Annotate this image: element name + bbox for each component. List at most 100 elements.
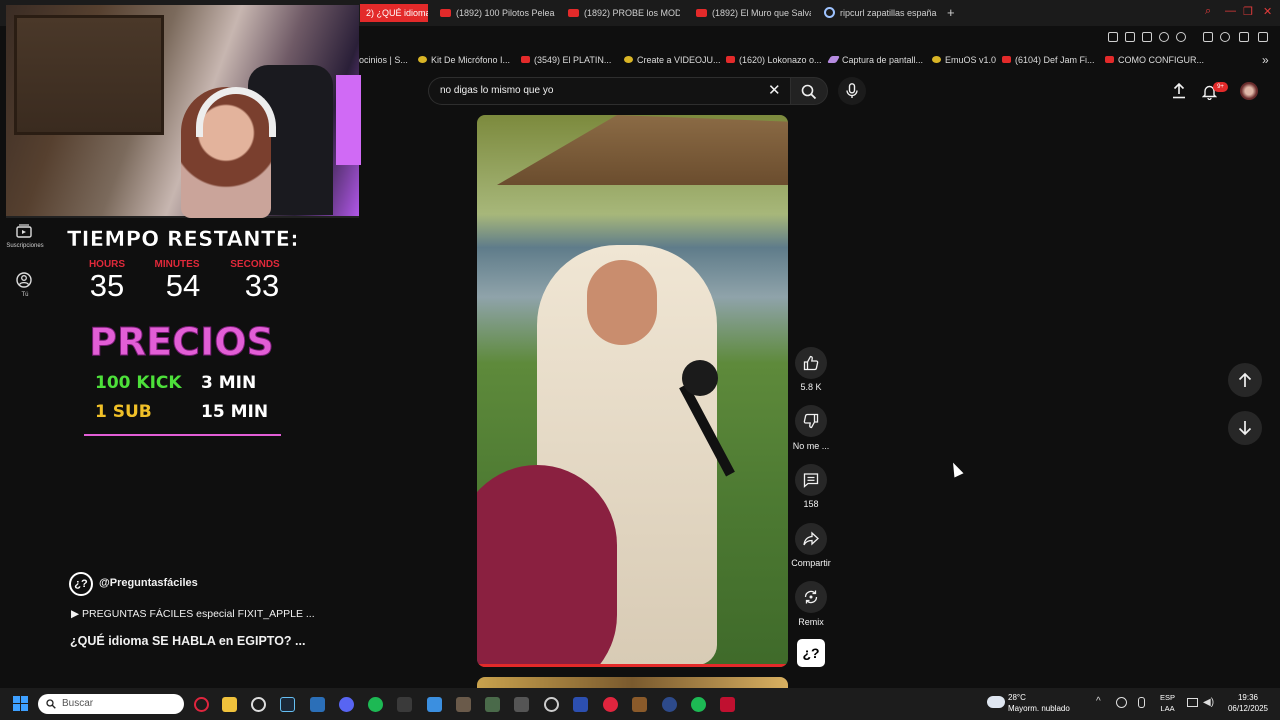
bookmark-item[interactable]: EmuOS v1.0 [932, 53, 996, 67]
profile-icon[interactable] [1220, 32, 1230, 42]
close-icon[interactable]: ✕ [1263, 5, 1272, 18]
channel-avatar[interactable]: ¿? [69, 572, 93, 596]
voice-search-button[interactable] [838, 77, 866, 105]
weather-icon[interactable] [987, 696, 1005, 708]
language-indicator[interactable]: ESP LAA [1160, 692, 1175, 714]
minimize-icon[interactable]: — [1225, 5, 1236, 17]
microphone-icon[interactable] [1138, 697, 1145, 708]
app-icon[interactable] [456, 697, 471, 712]
share-button[interactable] [795, 523, 827, 555]
shorts-video-player[interactable] [477, 115, 788, 667]
arrow-down-icon [1238, 421, 1252, 436]
steam-icon[interactable] [280, 697, 295, 712]
comments-button[interactable] [795, 464, 827, 496]
mouse-cursor [948, 460, 964, 478]
youtube-icon [568, 9, 579, 17]
browser-tab[interactable]: (1892) 100 Pilotos Pelean [440, 4, 555, 22]
like-button[interactable] [795, 347, 827, 379]
spotify-icon[interactable] [691, 697, 706, 712]
arrow-up-icon [1238, 372, 1252, 387]
timer-title: TIEMPO RESTANTE: [67, 227, 299, 252]
app-icon[interactable] [573, 697, 588, 712]
video-progress-fill [477, 664, 788, 667]
bookmark-item[interactable]: (6104) Def Jam Fi... [1002, 53, 1095, 67]
browser-tab[interactable]: (1892) PROBE los MODS [568, 4, 680, 22]
sync-icon[interactable] [1116, 697, 1127, 708]
like-count: 5.8 K [800, 382, 822, 392]
search-tabs-icon[interactable]: ⌕ [1205, 5, 1211, 18]
notepad-icon[interactable] [427, 697, 442, 712]
app-icon[interactable] [514, 697, 529, 712]
heart-icon[interactable] [1176, 32, 1186, 42]
menu-icon[interactable] [1258, 32, 1268, 42]
extensions-icon[interactable] [1203, 32, 1213, 42]
hours-value: 35 [89, 268, 125, 303]
video-title[interactable]: ¿QUÉ idioma SE HABLA en EGIPTO? ... [70, 634, 305, 648]
taskbar-search-input[interactable] [38, 694, 184, 714]
app-icon[interactable] [397, 697, 412, 712]
bookmark-item[interactable]: Captura de pantall... [826, 53, 923, 67]
subscriptions-icon[interactable] [16, 224, 32, 240]
sidebar-item-you[interactable]: Tú [0, 292, 50, 298]
bookmark-item[interactable]: (1620) Lokonazo o... [726, 53, 822, 67]
next-short-button[interactable] [1228, 411, 1262, 445]
bookmark-favicon [624, 56, 633, 63]
browser-tab-active[interactable]: 2) ¿QUÉ idioma S [360, 4, 428, 22]
shield-icon[interactable] [1142, 32, 1152, 42]
remix-button[interactable] [795, 581, 827, 613]
channel-handle[interactable]: @Preguntasfáciles [99, 577, 198, 589]
browser-tab[interactable]: (1892) El Muro que Salva [696, 4, 811, 22]
channel-logo-button[interactable]: ¿? [797, 639, 825, 667]
bookmark-icon[interactable] [1108, 32, 1118, 42]
dislike-label: No me ... [792, 441, 830, 451]
taskbar-clock[interactable]: 19:36 06/12/2025 [1223, 692, 1273, 714]
previous-short-button[interactable] [1228, 363, 1262, 397]
download-icon[interactable] [1239, 32, 1249, 42]
you-icon[interactable] [16, 272, 32, 288]
playlist-link[interactable]: ▶ PREGUNTAS FÁCILES especial FIXIT_APPLE… [71, 608, 315, 620]
new-tab-button[interactable]: + [947, 5, 955, 20]
app-icon[interactable] [485, 697, 500, 712]
account-avatar[interactable] [1240, 82, 1258, 100]
monitor-icon[interactable] [1187, 698, 1198, 707]
sidebar-item-subscriptions[interactable]: Suscripciones [0, 243, 50, 249]
bookmarks-more-button[interactable]: » [1262, 53, 1269, 67]
app-icon[interactable] [544, 697, 559, 712]
video-progress-bar[interactable] [477, 664, 788, 667]
notification-badge: 9+ [1213, 82, 1228, 92]
bookmark-item[interactable]: Create a VIDEOJU... [624, 53, 721, 67]
app-icon[interactable] [632, 697, 647, 712]
app-icon[interactable] [720, 697, 735, 712]
clear-search-icon[interactable]: ✕ [768, 83, 781, 98]
file-explorer-icon[interactable] [222, 697, 237, 712]
search-query[interactable]: no digas lo mismo que yo [440, 85, 553, 96]
chatgpt-icon[interactable] [251, 697, 266, 712]
video-scene-foreground [477, 465, 617, 667]
windows-start-icon[interactable] [13, 696, 29, 712]
price-time: 3 MIN [201, 373, 257, 393]
dislike-button[interactable] [795, 405, 827, 437]
chevron-up-icon[interactable]: ^ [1096, 696, 1101, 707]
bookmark-item[interactable]: (3549) El PLATIN... [521, 53, 611, 67]
prices-title: PRECIOS [89, 320, 275, 365]
app-icon[interactable] [603, 697, 618, 712]
opera-gx-icon[interactable] [194, 697, 209, 712]
bookmark-favicon [826, 56, 841, 63]
obs-icon[interactable] [662, 697, 677, 712]
speaker-icon[interactable]: ◀) [1203, 697, 1214, 708]
spotify-icon[interactable] [368, 697, 383, 712]
weather-widget[interactable]: 28°C Mayorm. nublado [1008, 692, 1070, 714]
app-icon[interactable] [310, 697, 325, 712]
search-button[interactable] [790, 77, 828, 105]
browser-tab[interactable]: ripcurl zapatillas españa [824, 4, 939, 22]
screenshot-icon[interactable] [1125, 32, 1135, 42]
price-item: 100 KICK [95, 373, 182, 393]
comments-count: 158 [803, 499, 819, 509]
bookmark-item[interactable]: COMO CONFIGUR... [1105, 53, 1204, 67]
discord-icon[interactable] [339, 697, 354, 712]
youtube-icon [696, 9, 707, 17]
upload-icon[interactable] [1172, 83, 1186, 99]
play-icon[interactable] [1159, 32, 1169, 42]
maximize-icon[interactable]: ❐ [1243, 5, 1253, 18]
bookmark-item[interactable]: Kit De Micrófono I... [418, 53, 510, 67]
